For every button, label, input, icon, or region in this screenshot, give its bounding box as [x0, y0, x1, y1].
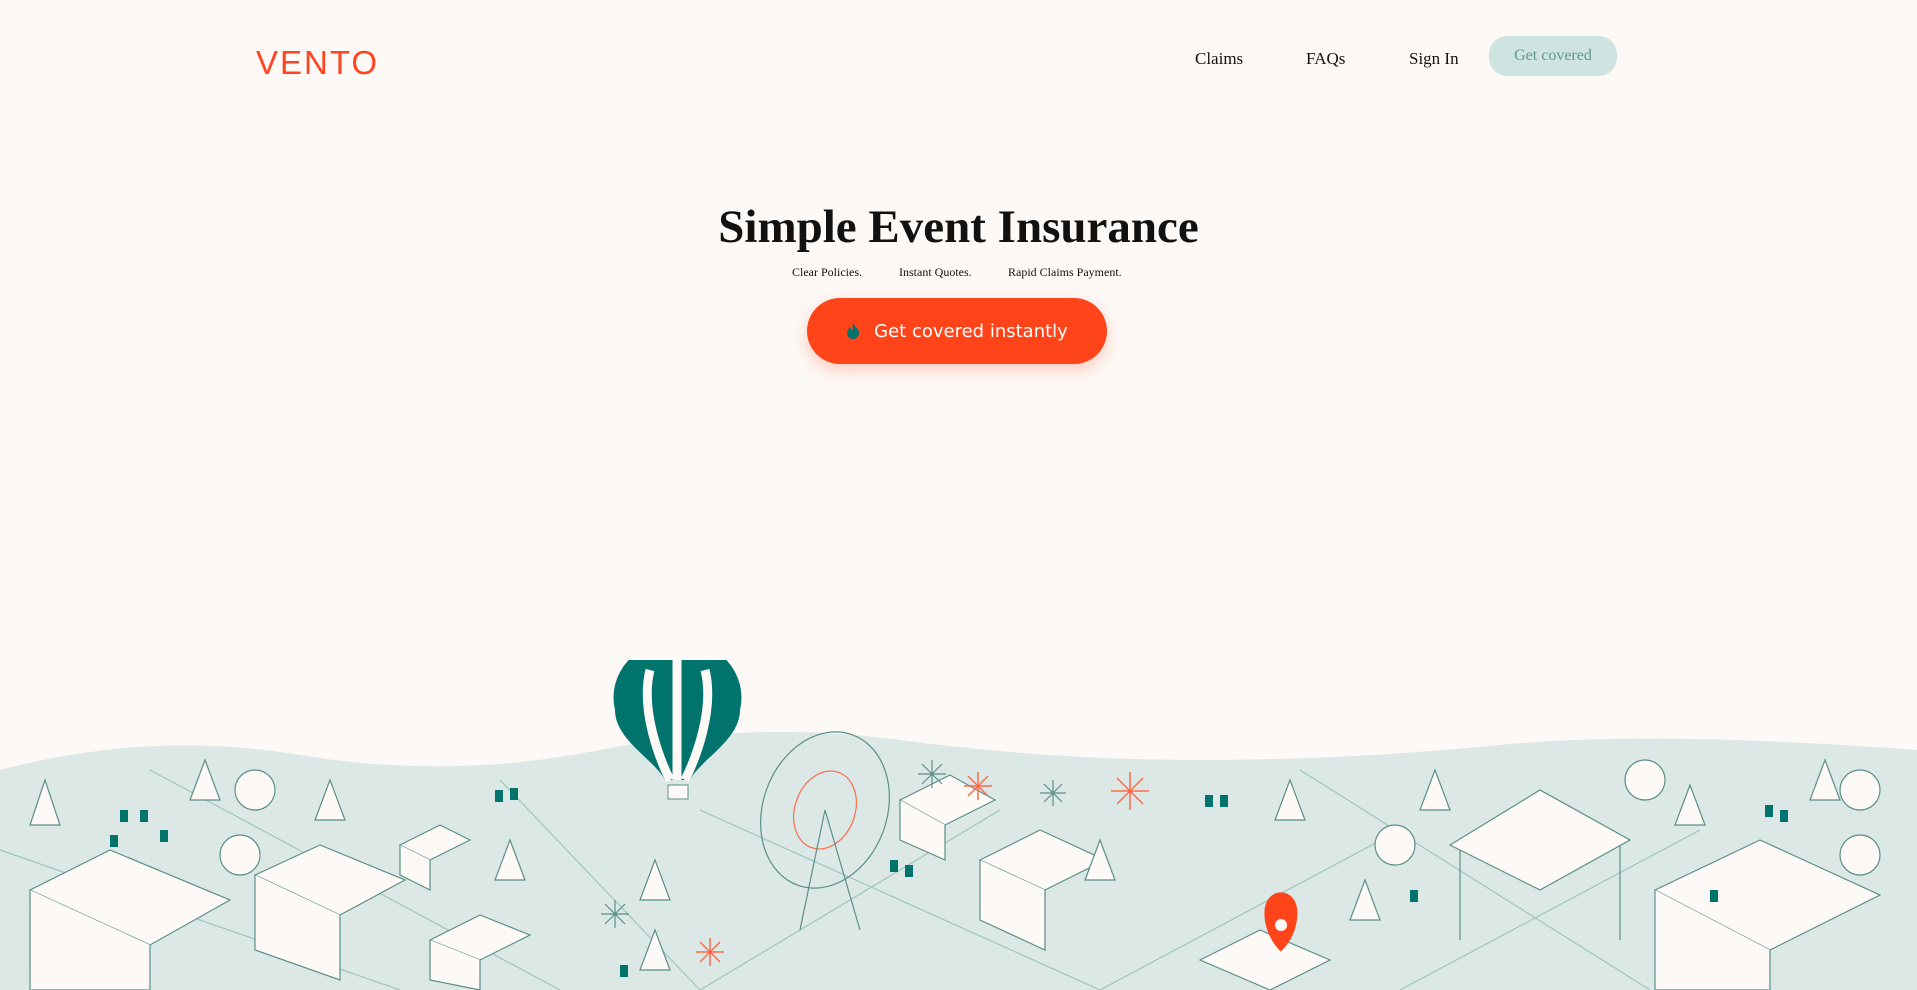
cta-label: Get covered instantly [874, 320, 1068, 342]
nav-link-claims[interactable]: Claims [1195, 49, 1243, 69]
vento-logo[interactable]: VENTO [256, 44, 379, 82]
hero-title: Simple Event Insurance [718, 201, 1199, 253]
tagline-instant-quotes: Instant Quotes. [899, 265, 972, 279]
get-covered-instantly-button[interactable]: Get covered instantly [807, 298, 1107, 364]
flame-icon [846, 322, 860, 340]
nav-link-faqs[interactable]: FAQs [1306, 49, 1345, 69]
tagline-rapid-claims: Rapid Claims Payment. [1008, 265, 1122, 279]
tagline-clear-policies: Clear Policies. [792, 265, 862, 279]
top-navbar: VENTO Claims FAQs Sign In Get covered [0, 0, 1917, 120]
get-covered-button[interactable]: Get covered [1489, 36, 1617, 76]
nav-link-sign-in[interactable]: Sign In [1409, 49, 1459, 69]
event-city-illustration [0, 660, 1917, 990]
